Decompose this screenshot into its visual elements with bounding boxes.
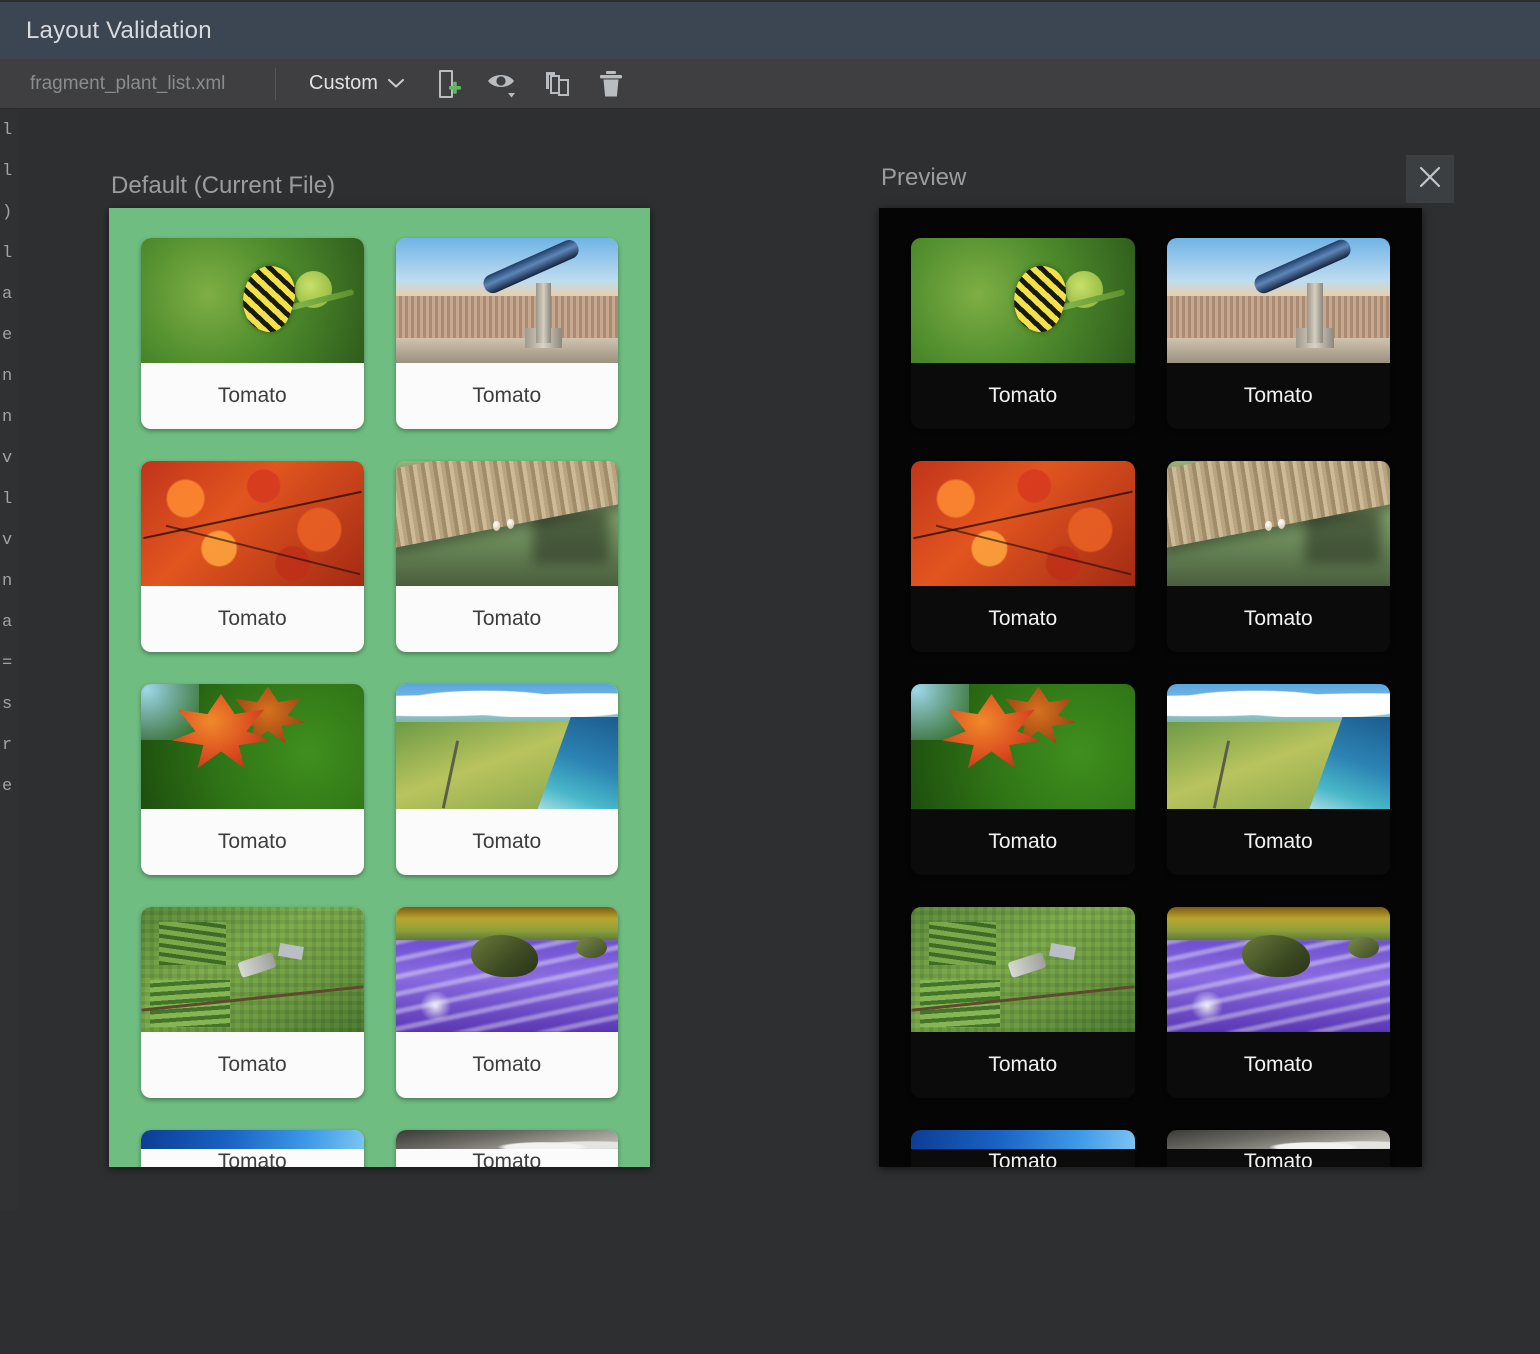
configuration-dropdown[interactable]: Custom [309, 72, 405, 95]
plant-card[interactable]: Tomato [911, 238, 1135, 429]
red-maple-leaves-image [911, 461, 1135, 586]
code-fragment: = [2, 643, 18, 684]
caterpillar-on-green-plant-image [141, 238, 364, 363]
plant-card-caption: Tomato [1167, 363, 1391, 429]
plant-card[interactable]: Tomato [1167, 238, 1391, 429]
plant-card[interactable]: Tomato [911, 907, 1135, 1098]
coastal-aerial-landscape-image [396, 684, 619, 809]
plant-card-caption: Tomato [1167, 809, 1391, 875]
orange-leaf-on-green-image [141, 684, 364, 809]
blue-gradient-image [911, 1130, 1135, 1149]
plant-card-caption: Tomato [396, 586, 619, 652]
plant-card-caption: Tomato [911, 809, 1135, 875]
plant-card-caption: Tomato [911, 363, 1135, 429]
plant-card-caption: Tomato [396, 809, 619, 875]
plant-card-caption: Tomato [141, 1032, 364, 1098]
plant-card[interactable]: Tomato [911, 684, 1135, 875]
plant-card-caption: Tomato [1167, 586, 1391, 652]
plant-card[interactable]: Tomato [141, 684, 364, 875]
eye-icon[interactable] [485, 66, 521, 102]
blue-gradient-image [141, 1130, 364, 1149]
aerial-farm-fields-image [141, 907, 364, 1032]
plant-card[interactable]: Tomato [141, 461, 364, 652]
configuration-dropdown-label: Custom [309, 72, 378, 95]
wooden-plank-with-dew-image [396, 461, 619, 586]
code-fragment: a [2, 602, 18, 643]
code-fragment: e [2, 766, 18, 807]
plant-card-caption: Tomato [911, 586, 1135, 652]
add-device-icon[interactable] [431, 66, 467, 102]
plant-card[interactable]: Tomato [396, 907, 619, 1098]
plant-grid-default: Tomato Tomato Tomato Tomato Tomato [109, 208, 650, 1167]
plant-card[interactable]: Tomato [1167, 684, 1391, 875]
plant-card-caption: Tomato [141, 586, 364, 652]
plant-card-caption: Tomato [396, 363, 619, 429]
code-fragment: l [2, 233, 18, 274]
plant-card[interactable]: Tomato [1167, 1130, 1391, 1167]
code-fragment: e [2, 315, 18, 356]
caterpillar-on-green-plant-image [911, 238, 1135, 363]
code-fragment: n [2, 561, 18, 602]
code-fragment: a [2, 274, 18, 315]
plant-card[interactable]: Tomato [1167, 461, 1391, 652]
code-fragment: n [2, 397, 18, 438]
copy-icon[interactable] [539, 66, 575, 102]
toolbar: fragment_plant_list.xml Custom [0, 59, 1540, 109]
telescope-over-city-image [396, 238, 619, 363]
code-fragment: n [2, 356, 18, 397]
filename-label: fragment_plant_list.xml [30, 73, 275, 95]
plant-card-caption: Tomato [911, 1032, 1135, 1098]
plant-card[interactable]: Tomato [141, 238, 364, 429]
plant-card-caption: Tomato [911, 1149, 1135, 1167]
plant-card[interactable]: Tomato [396, 461, 619, 652]
device-preview-default[interactable]: Tomato Tomato Tomato Tomato Tomato [109, 208, 650, 1167]
code-fragment: l [2, 151, 18, 192]
plant-card[interactable]: Tomato [396, 684, 619, 875]
grayscale-mountains-image [1167, 1130, 1391, 1149]
plant-card[interactable]: Tomato [1167, 907, 1391, 1098]
plant-card[interactable]: Tomato [396, 238, 619, 429]
plant-card[interactable]: Tomato [911, 1130, 1135, 1167]
page-title: Layout Validation [26, 17, 212, 45]
plant-card-caption: Tomato [396, 1149, 619, 1167]
code-fragment: l [2, 110, 18, 151]
plant-card-caption: Tomato [141, 809, 364, 875]
grayscale-mountains-image [396, 1130, 619, 1149]
plant-card[interactable]: Tomato [141, 907, 364, 1098]
plant-card-caption: Tomato [396, 1032, 619, 1098]
toolbar-divider [275, 68, 276, 100]
purple-river-rocks-image [396, 907, 619, 1032]
default-panel-label: Default (Current File) [111, 172, 335, 200]
trash-icon[interactable] [593, 66, 629, 102]
background-editor-sliver: l l ) l a e n n v l v n a = s r e [0, 110, 18, 1210]
orange-leaf-on-green-image [911, 684, 1135, 809]
coastal-aerial-landscape-image [1167, 684, 1391, 809]
code-fragment: v [2, 520, 18, 561]
plant-card[interactable]: Tomato [396, 1130, 619, 1167]
window-title-bar: Layout Validation [0, 0, 1540, 59]
preview-panel-label: Preview [881, 164, 966, 192]
code-fragment: s [2, 684, 18, 725]
toolbar-actions [431, 66, 629, 102]
plant-grid-preview: Tomato Tomato Tomato Tomato Tomato [879, 208, 1422, 1167]
code-fragment: ) [2, 192, 18, 233]
wooden-plank-with-dew-image [1167, 461, 1391, 586]
plant-card-caption: Tomato [141, 1149, 364, 1167]
aerial-farm-fields-image [911, 907, 1135, 1032]
plant-card[interactable]: Tomato [911, 461, 1135, 652]
code-fragment: v [2, 438, 18, 479]
purple-river-rocks-image [1167, 907, 1391, 1032]
close-icon [1417, 164, 1443, 195]
plant-card-caption: Tomato [1167, 1149, 1391, 1167]
telescope-over-city-image [1167, 238, 1391, 363]
red-maple-leaves-image [141, 461, 364, 586]
plant-card-caption: Tomato [141, 363, 364, 429]
plant-card[interactable]: Tomato [141, 1130, 364, 1167]
device-preview-dark[interactable]: Tomato Tomato Tomato Tomato Tomato [879, 208, 1422, 1167]
chevron-down-icon [387, 72, 405, 95]
code-fragment: r [2, 725, 18, 766]
close-preview-button[interactable] [1406, 155, 1454, 203]
plant-card-caption: Tomato [1167, 1032, 1391, 1098]
code-fragment: l [2, 479, 18, 520]
